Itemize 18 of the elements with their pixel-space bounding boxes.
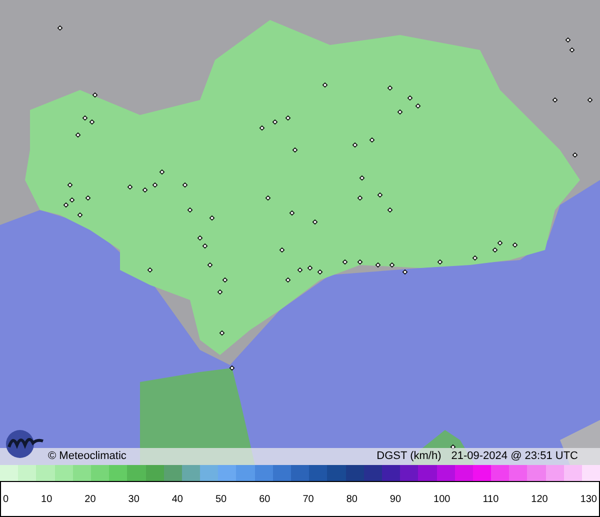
credit-text: © Meteoclimatic xyxy=(47,449,126,464)
legend-tick-label: 110 xyxy=(482,492,499,506)
variable-label: DGST (km/h) xyxy=(376,449,442,464)
timestamp: 21-09-2024 @ 23:51 UTC xyxy=(451,449,578,464)
legend-tick-label: 10 xyxy=(41,492,52,506)
legend-tick-label: 120 xyxy=(531,492,548,506)
legend-tick-label: 20 xyxy=(84,492,96,506)
legend-tick-label: 50 xyxy=(215,492,227,506)
legend-tick-label: 90 xyxy=(390,492,402,506)
legend-tick-label: 130 xyxy=(580,492,597,506)
legend-tick-label: 60 xyxy=(259,492,270,506)
legend-tick-label: 40 xyxy=(172,492,183,506)
legend-tick-label: 80 xyxy=(346,492,358,506)
legend-tick-label: 70 xyxy=(302,492,314,506)
legend-tick-label: 30 xyxy=(128,492,140,506)
logo-icon xyxy=(5,429,45,459)
legend-tick-label: 0 xyxy=(3,492,9,506)
legend-tick-label: 100 xyxy=(434,492,450,506)
